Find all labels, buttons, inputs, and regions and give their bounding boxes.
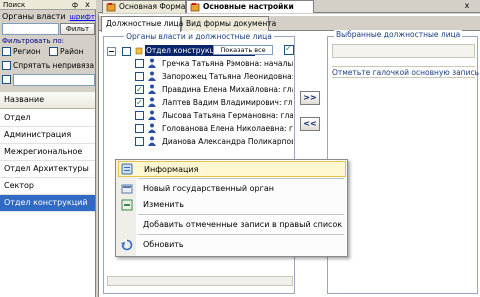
district-label: Район <box>60 47 84 56</box>
person-icon <box>148 71 156 81</box>
pin-icon[interactable]: ф <box>71 1 79 9</box>
person-checkbox-checked[interactable] <box>135 97 144 108</box>
new-org-icon <box>121 184 133 194</box>
list-item[interactable]: Межрегиональное <box>0 144 95 161</box>
list-item[interactable]: Администрация <box>0 127 95 144</box>
folder-icon <box>135 47 143 55</box>
list-item[interactable]: Отдел Архитектуры <box>0 161 95 178</box>
person-icon <box>148 110 156 120</box>
menu-item-info[interactable]: Информация <box>118 161 346 177</box>
list-header[interactable]: Название <box>0 92 95 109</box>
person-label: Запорожец Татьяна Леонидовна: глав <box>162 72 293 81</box>
filter-by-label: Фильтровать по: <box>2 37 65 45</box>
minus-icon <box>107 47 116 56</box>
org-filter-label: Органы власти и ... <box>2 12 66 21</box>
org-search-input[interactable] <box>2 23 59 35</box>
font-link[interactable]: шрифт <box>68 12 95 22</box>
person-icon <box>148 84 156 94</box>
org-group-title: Органы власти и должностные лица <box>103 32 295 41</box>
person-icon <box>148 123 156 133</box>
edit-icon <box>121 199 133 211</box>
collapse-icon[interactable] <box>107 47 117 57</box>
tab-doc-forms[interactable]: Вид формы документа <box>181 16 276 31</box>
person-label: Гречка Татьяна Рэмовна: начальник <box>162 59 293 68</box>
refresh-icon <box>121 239 133 251</box>
form-icon <box>106 3 116 12</box>
selected-list[interactable] <box>332 44 475 58</box>
info-icon <box>121 163 133 175</box>
person-checkbox[interactable] <box>135 59 144 68</box>
menu-item-add-checked[interactable]: Добавить отмеченные записи в правый спис… <box>118 217 346 233</box>
close-panel-icon[interactable]: x <box>83 1 92 9</box>
person-checkbox[interactable] <box>135 111 144 120</box>
person-label: Лаптев Вадим Владимирович: главн <box>162 98 293 107</box>
district-checkbox[interactable] <box>49 47 58 56</box>
menu-separator <box>138 214 344 215</box>
tree-person[interactable]: Правдина Елена Михайловна: глав <box>135 84 293 95</box>
org-group-title-text: Органы власти и должностные лица <box>124 32 274 41</box>
hide-unlinked-label: Спрятать непривяза <box>13 61 95 70</box>
tab-main-form[interactable]: Основная Форма <box>102 0 186 13</box>
tab-main-form-label: Основная Форма <box>119 2 186 11</box>
person-checkbox-checked[interactable] <box>135 84 144 95</box>
person-label: Правдина Елена Михайловна: глав <box>162 85 293 94</box>
tree-person[interactable]: Голованова Елена Николаевна: глав <box>135 123 293 134</box>
tree-person[interactable]: Лаптев Вадим Владимирович: главн <box>135 97 293 108</box>
person-checkbox[interactable] <box>135 124 144 133</box>
list-item[interactable]: Отдел <box>0 110 95 127</box>
show-all-label[interactable]: Показать все <box>213 45 273 55</box>
list-item[interactable]: Сектор <box>0 178 95 195</box>
close-tab-icon[interactable]: x <box>462 1 472 11</box>
add-to-right-button[interactable]: >> <box>300 91 320 105</box>
menu-separator <box>138 234 344 235</box>
menu-item-edit[interactable]: Изменить <box>118 197 346 213</box>
filter-button[interactable]: Фильт <box>60 23 95 35</box>
main-record-hint: Отметьте галочкой основную запись <box>332 66 479 78</box>
tree-horizontal-scrollbar[interactable] <box>107 276 293 286</box>
tree-person[interactable]: Дианова Александра Поликарповна <box>135 136 293 147</box>
remove-from-right-button[interactable]: << <box>300 117 320 131</box>
selected-group-title: Выбранные должностные лица <box>334 30 463 40</box>
tab-positions[interactable]: Должностные лица <box>101 16 183 32</box>
person-label: Дианова Александра Поликарповна <box>162 137 293 146</box>
person-icon <box>148 97 156 107</box>
tree-person[interactable]: Лысова Татьяна Германовна: главн <box>135 110 293 121</box>
hide-unlinked-checkbox[interactable] <box>2 61 11 70</box>
tab-main-settings[interactable]: Основные настройки <box>186 0 314 13</box>
tab-main-settings-label: Основные настройки <box>203 2 294 11</box>
tree-person[interactable]: Гречка Татьяна Рэмовна: начальник <box>135 58 293 69</box>
person-label: Лысова Татьяна Германовна: главн <box>162 111 293 120</box>
person-icon <box>148 58 156 68</box>
tree-person[interactable]: Запорожец Татьяна Леонидовна: глав <box>135 71 293 82</box>
region-label: Регион <box>13 47 41 56</box>
region-checkbox[interactable] <box>2 47 11 56</box>
menu-item-new-org[interactable]: Новый государственный орган <box>118 181 346 197</box>
extra-filter-input[interactable] <box>13 74 95 86</box>
root-checkbox[interactable] <box>122 47 131 56</box>
person-label: Голованова Елена Николаевна: глав <box>162 124 293 133</box>
menu-separator <box>138 178 344 179</box>
settings-icon <box>190 3 200 12</box>
search-panel-title: Поиск <box>0 0 96 10</box>
person-checkbox[interactable] <box>135 72 144 81</box>
extra-filter-checkbox[interactable] <box>2 75 11 84</box>
list-item-selected[interactable]: Отдел конструкций <box>0 195 95 212</box>
person-icon <box>148 136 156 146</box>
person-checkbox[interactable] <box>135 137 144 146</box>
menu-item-refresh[interactable]: Обновить <box>118 237 346 253</box>
show-all-checkbox[interactable] <box>284 44 294 55</box>
